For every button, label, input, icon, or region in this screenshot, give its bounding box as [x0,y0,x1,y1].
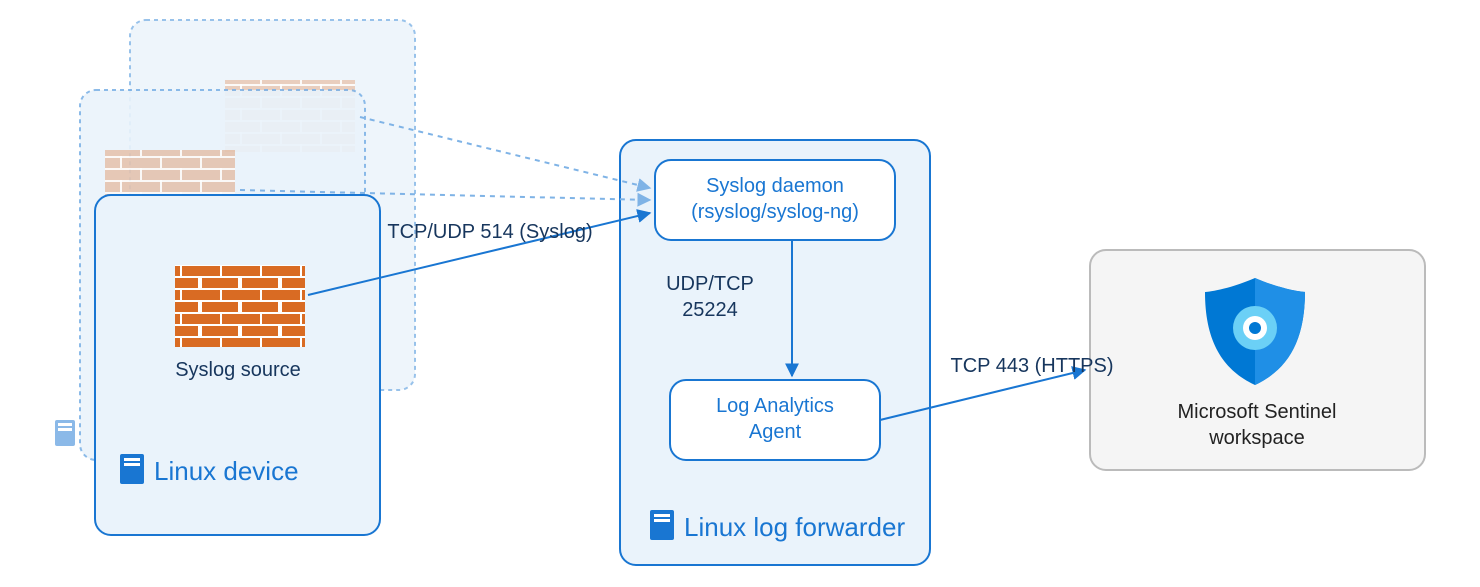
edge-label-internal-1: UDP/TCP [666,273,754,295]
linux-device-panel: Syslog source Linux device [95,195,380,535]
agent-label-1: Log Analytics [716,395,834,417]
syslog-daemon-label-1: Syslog daemon [706,175,844,197]
log-analytics-agent-box: Log Analytics Agent [670,380,880,460]
linux-device-title: Linux device [154,456,299,486]
server-icon [120,454,144,484]
server-icon [55,420,75,446]
syslog-daemon-label-2: (rsyslog/syslog-ng) [691,201,859,223]
architecture-diagram: rce e Syslog source Linux device Syslog … [0,0,1480,587]
sentinel-label-1: Microsoft Sentinel [1178,401,1337,423]
sentinel-panel: Microsoft Sentinel workspace [1090,250,1425,470]
agent-label-2: Agent [749,421,802,443]
syslog-source-label: Syslog source [175,359,301,381]
syslog-daemon-box: Syslog daemon (rsyslog/syslog-ng) [655,160,895,240]
edge-label-syslog: TCP/UDP 514 (Syslog) [387,221,592,243]
firewall-icon [175,265,305,347]
sentinel-label-2: workspace [1208,427,1305,449]
edge-label-internal-2: 25224 [682,299,738,321]
server-icon [650,510,674,540]
log-forwarder-panel: Syslog daemon (rsyslog/syslog-ng) UDP/TC… [620,140,930,565]
edge-label-https: TCP 443 (HTTPS) [951,355,1114,377]
forwarder-title: Linux log forwarder [684,512,905,542]
